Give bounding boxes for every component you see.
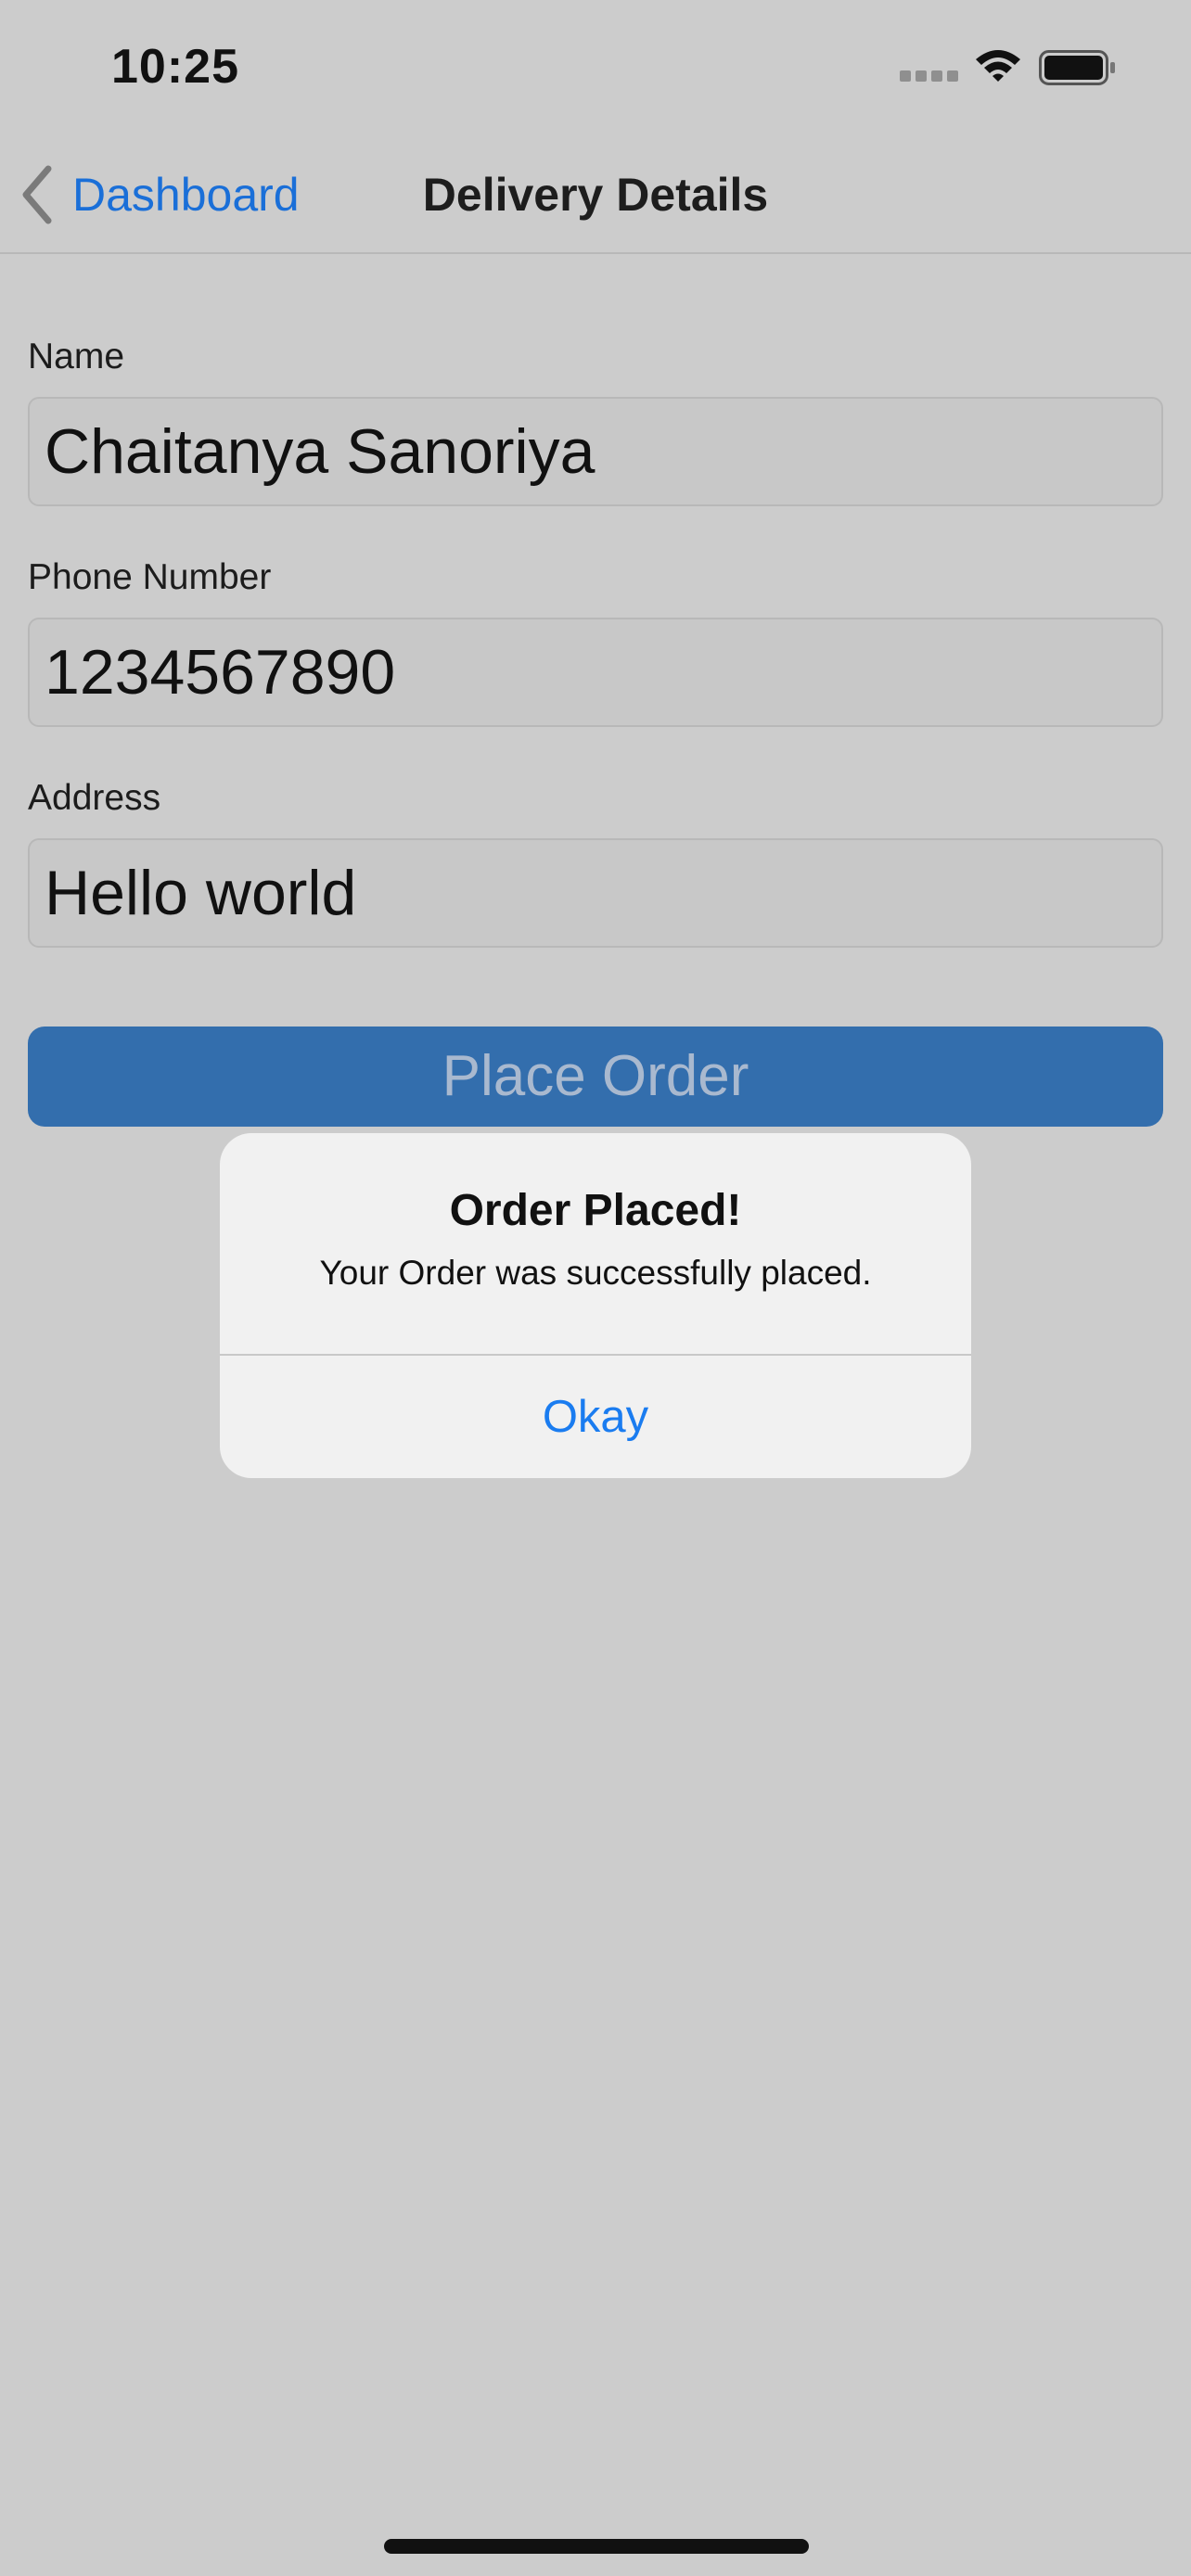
name-field[interactable]: [28, 397, 1163, 506]
phone-field-group: Phone Number: [28, 555, 1163, 727]
wifi-icon: [976, 50, 1020, 82]
name-label: Name: [28, 337, 125, 376]
address-label: Address: [28, 778, 161, 818]
home-indicator[interactable]: [384, 2539, 809, 2554]
address-field[interactable]: [28, 838, 1163, 948]
phone-field[interactable]: [28, 618, 1163, 727]
alert-message: Your Order was successfully placed.: [319, 1254, 872, 1292]
okay-button[interactable]: Okay: [220, 1356, 971, 1478]
name-field-group: Name: [28, 334, 1163, 506]
address-field-group: Address: [28, 775, 1163, 948]
delivery-form: Name Phone Number Address: [28, 334, 1163, 996]
signal-icon: [900, 70, 958, 83]
navigation-bar: Dashboard Delivery Details: [0, 139, 1191, 254]
page-title: Delivery Details: [422, 169, 769, 221]
order-placed-alert: Order Placed! Your Order was successfull…: [220, 1133, 971, 1478]
alert-title: Order Placed!: [449, 1186, 742, 1235]
battery-icon: [1039, 50, 1115, 85]
status-time: 10:25: [111, 40, 239, 94]
phone-label: Phone Number: [28, 557, 272, 597]
status-bar: 10:25: [0, 0, 1191, 130]
place-order-button[interactable]: Place Order: [28, 1027, 1163, 1127]
